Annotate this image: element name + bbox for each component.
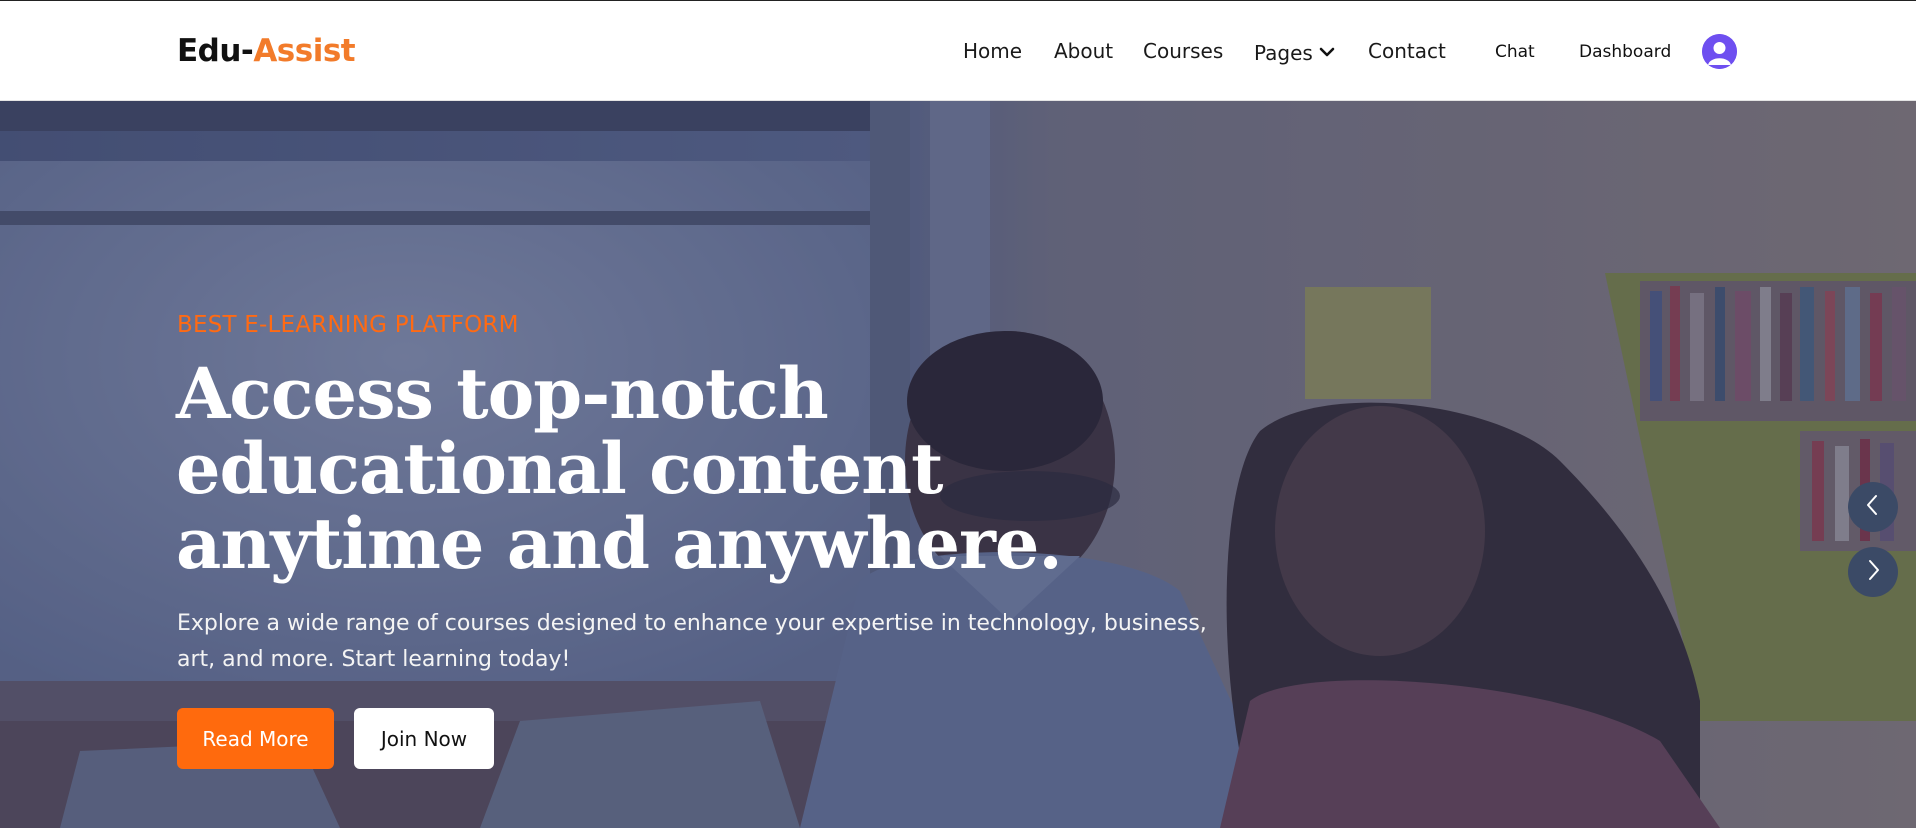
hero-section: BEST E-LEARNING PLATFORM Access top-notc…: [0, 101, 1916, 828]
brand-part-2: Assist: [253, 33, 356, 69]
user-avatar-icon[interactable]: [1702, 34, 1737, 69]
navbar: Edu-Assist Home About Courses Pages Cont…: [0, 0, 1916, 101]
nav-dashboard[interactable]: Dashboard: [1579, 42, 1671, 62]
carousel-next-button[interactable]: [1848, 547, 1898, 597]
nav-pages-label: Pages: [1254, 41, 1313, 65]
brand-logo[interactable]: Edu-Assist: [177, 33, 356, 69]
nav-home[interactable]: Home: [963, 39, 1022, 63]
nav-chat[interactable]: Chat: [1495, 42, 1535, 62]
nav-courses[interactable]: Courses: [1143, 39, 1223, 63]
hero-headline-line-1: Access top-notch: [176, 352, 829, 435]
nav-about[interactable]: About: [1054, 39, 1113, 63]
hero-subtext: Explore a wide range of courses designed…: [177, 611, 1207, 672]
hero-headline: Access top-notch educational content any…: [176, 356, 1176, 581]
hero-headline-line-3: anytime and anywhere.: [176, 502, 1063, 585]
hero-eyebrow: BEST E-LEARNING PLATFORM: [177, 312, 519, 338]
join-now-button[interactable]: Join Now: [354, 708, 494, 769]
chevron-down-icon: [1319, 39, 1335, 63]
read-more-button[interactable]: Read More: [177, 708, 334, 769]
chevron-left-icon: [1863, 494, 1883, 521]
carousel-prev-button[interactable]: [1848, 482, 1898, 532]
brand-part-1: Edu-: [177, 33, 254, 69]
chevron-right-icon: [1863, 559, 1883, 586]
nav-contact[interactable]: Contact: [1368, 39, 1446, 63]
nav-pages-dropdown[interactable]: Pages: [1254, 39, 1335, 65]
hero-headline-line-2: educational content: [176, 427, 943, 510]
